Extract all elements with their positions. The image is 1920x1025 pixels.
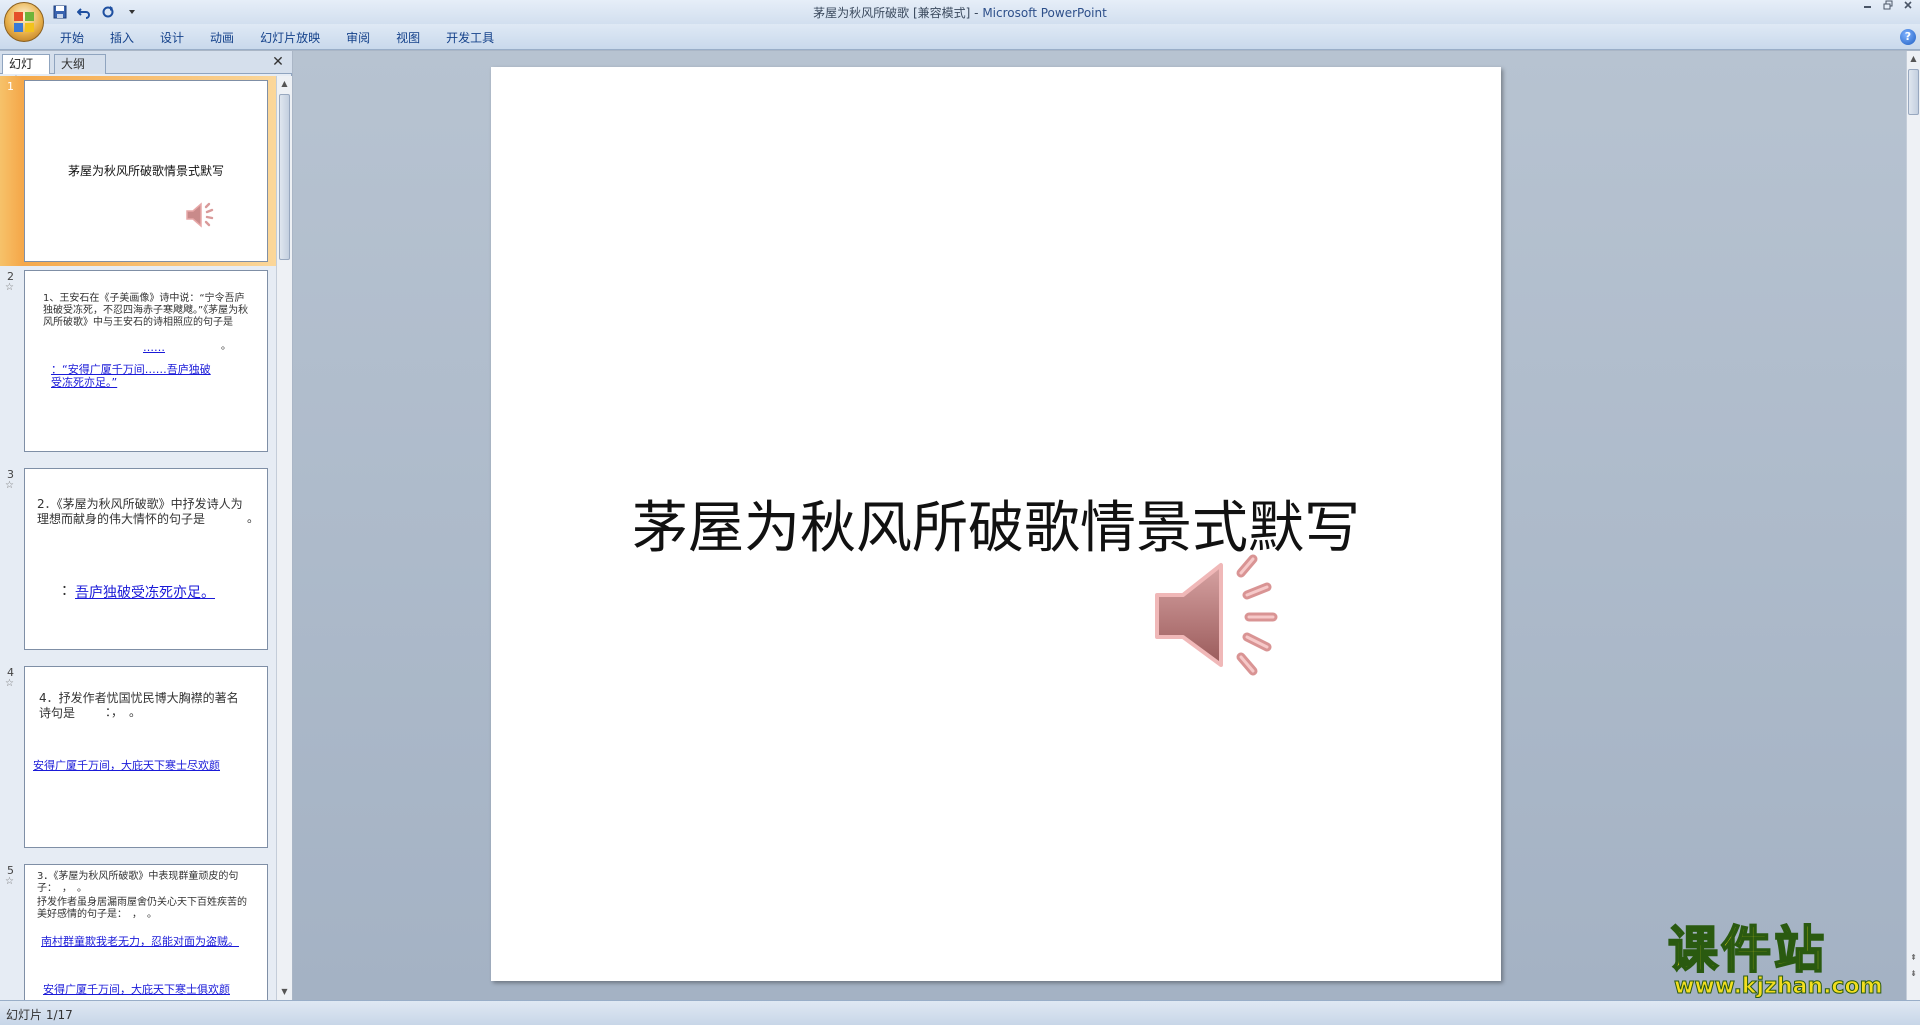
window-title: 茅屋为秋风所破歌 [兼容模式] - Microsoft PowerPoint xyxy=(0,4,1920,21)
scrollbar-thumb[interactable] xyxy=(279,94,290,260)
slide-scrollbar[interactable]: ▲ ⇞ ⇟ xyxy=(1906,51,1920,1000)
speaker-icon[interactable] xyxy=(1149,551,1289,683)
animation-star-icon: ☆ xyxy=(5,876,14,887)
watermark-text: 课件站 xyxy=(1667,921,1827,979)
thumbnail-preview[interactable]: 3．《茅屋为秋风所破歌》中表现群童顽皮的句子： ， 。 抒发作者虽身居漏雨屋舍仍… xyxy=(24,864,268,1000)
tab-review[interactable]: 审阅 xyxy=(334,29,382,47)
document-title: 茅屋为秋风所破歌 [兼容模式] xyxy=(813,6,971,20)
tab-developer[interactable]: 开发工具 xyxy=(434,29,506,47)
scroll-up-icon[interactable]: ▲ xyxy=(1907,51,1920,67)
office-logo-icon xyxy=(14,12,34,32)
thumb-question-1: 3．《茅屋为秋风所破歌》中表现群童顽皮的句子： ， 。 xyxy=(37,871,239,894)
slides-pane: 幻灯片 大纲 ✕ 1 茅屋为秋风所破歌情景式默写 2 ☆ 1、王安石在《子美画像… xyxy=(0,51,292,1000)
pane-tabs: 幻灯片 大纲 ✕ xyxy=(0,51,292,89)
slide-title[interactable]: 茅屋为秋风所破歌情景式默写 xyxy=(491,483,1501,564)
thumbnail-preview[interactable]: 1、王安石在《子美画像》诗中说：“宁令吾庐独破受冻死，不忍四海赤子寒飕飕。”《茅… xyxy=(24,270,268,452)
tab-view[interactable]: 视图 xyxy=(384,29,432,47)
title-bar: 茅屋为秋风所破歌 [兼容模式] - Microsoft PowerPoint xyxy=(0,0,1920,24)
thumb-answer: ：“安得广厦千万间……吾庐独破受冻死亦足。” xyxy=(51,363,211,389)
thumb-answer: 吾庐独破受冻死亦足。 xyxy=(75,585,215,601)
slide-thumbnail-list: 1 茅屋为秋风所破歌情景式默写 2 ☆ 1、王安石在《子美画像》诗中说：“宁令吾… xyxy=(0,76,276,1000)
slide-number: 1 xyxy=(7,80,14,93)
tab-home[interactable]: 开始 xyxy=(48,29,96,47)
thumb-colon: ： xyxy=(61,583,75,599)
application-name: Microsoft PowerPoint xyxy=(982,6,1107,20)
watermark-logo: 课件站 www.kjzhan.com xyxy=(1667,921,1898,1002)
slide-canvas[interactable]: 茅屋为秋风所破歌情景式默写 xyxy=(491,67,1501,981)
title-separator: - xyxy=(970,6,983,20)
animation-star-icon: ☆ xyxy=(5,678,14,689)
tab-slide-show[interactable]: 幻灯片放映 xyxy=(248,29,332,47)
scroll-down-icon[interactable]: ▼ xyxy=(277,984,292,1000)
thumb-question-2: 抒发作者虽身居漏雨屋舍仍关心天下百姓疾苦的美好感情的句子是： ， 。 xyxy=(37,897,247,920)
window-controls xyxy=(1858,0,1918,16)
tab-insert[interactable]: 插入 xyxy=(98,29,146,47)
watermark-url: www.kjzhan.com xyxy=(1674,974,1884,1000)
thumb-period: 。 xyxy=(221,341,231,352)
tab-outline[interactable]: 大纲 xyxy=(54,54,106,74)
thumbnail-preview[interactable]: 茅屋为秋风所破歌情景式默写 xyxy=(24,80,268,262)
close-icon[interactable]: ✕ xyxy=(270,54,286,70)
previous-slide-icon[interactable]: ⇞ xyxy=(1907,950,1920,966)
thumb-title: 茅屋为秋风所破歌情景式默写 xyxy=(67,164,224,178)
tab-animations[interactable]: 动画 xyxy=(198,29,246,47)
slide-thumbnail-1[interactable]: 1 茅屋为秋风所破歌情景式默写 xyxy=(0,76,276,266)
thumb-question: 1、王安石在《子美画像》诗中说：“宁令吾庐独破受冻死，不忍四海赤子寒飕飕。”《茅… xyxy=(43,293,249,328)
scrollbar-thumb[interactable] xyxy=(1908,69,1919,115)
thumb-question: 4．抒发作者忧国忧民博大胸襟的著名诗句是 xyxy=(39,691,239,720)
thumb-marks: ：， 。 xyxy=(105,705,142,719)
tab-slides[interactable]: 幻灯片 xyxy=(2,54,50,89)
slide-counter: 幻灯片 1/17 xyxy=(6,1008,73,1022)
help-icon[interactable]: ? xyxy=(1900,29,1916,45)
slide-thumbnail-3[interactable]: 3 ☆ 2．《茅屋为秋风所破歌》中抒发诗人为理想而献身的伟大情怀的句子是 。 ：… xyxy=(0,464,276,654)
thumb-answer-2: 安得广厦千万间，大庇天下寒士俱欢颜 xyxy=(43,983,230,996)
thumb-answer-1: 南村群童欺我老无力，忍能对面为盗贼。 xyxy=(41,935,239,948)
animation-star-icon: ☆ xyxy=(5,282,14,293)
slide-thumbnail-4[interactable]: 4 ☆ 4．抒发作者忧国忧民博大胸襟的著名诗句是 ：， 。 安得广厦千万间，大庇… xyxy=(0,662,276,852)
slide-thumbnail-5[interactable]: 5 ☆ 3．《茅屋为秋风所破歌》中表现群童顽皮的句子： ， 。 抒发作者虽身居漏… xyxy=(0,860,276,1000)
close-window-icon[interactable] xyxy=(1898,0,1918,16)
ribbon-tabs: 开始 插入 设计 动画 幻灯片放映 审阅 视图 开发工具 xyxy=(48,29,508,47)
restore-icon[interactable] xyxy=(1878,0,1898,16)
next-slide-icon[interactable]: ⇟ xyxy=(1907,966,1920,982)
thumb-blank: …… xyxy=(143,341,165,354)
slide-editing-area: 茅屋为秋风所破歌情景式默写 xyxy=(293,51,1906,1000)
thumb-answer: 安得广厦千万间，大庇天下寒士尽欢颜 xyxy=(33,759,220,772)
thumbnail-preview[interactable]: 2．《茅屋为秋风所破歌》中抒发诗人为理想而献身的伟大情怀的句子是 。 ： 吾庐独… xyxy=(24,468,268,650)
ribbon: 开始 插入 设计 动画 幻灯片放映 审阅 视图 开发工具 ? xyxy=(0,24,1920,50)
office-button[interactable] xyxy=(4,2,44,42)
speaker-icon xyxy=(186,202,214,228)
minimize-icon[interactable] xyxy=(1858,0,1878,16)
thumb-period: 。 xyxy=(247,511,260,525)
thumbnail-scrollbar[interactable]: ▲ ▼ xyxy=(276,76,292,1000)
thumbnail-preview[interactable]: 4．抒发作者忧国忧民博大胸襟的著名诗句是 ：， 。 安得广厦千万间，大庇天下寒士… xyxy=(24,666,268,848)
animation-star-icon: ☆ xyxy=(5,480,14,491)
scroll-up-icon[interactable]: ▲ xyxy=(277,76,292,92)
thumb-question: 2．《茅屋为秋风所破歌》中抒发诗人为理想而献身的伟大情怀的句子是 xyxy=(37,497,243,526)
slide-thumbnail-2[interactable]: 2 ☆ 1、王安石在《子美画像》诗中说：“宁令吾庐独破受冻死，不忍四海赤子寒飕飕… xyxy=(0,266,276,456)
status-bar: 幻灯片 1/17 xyxy=(0,1000,1920,1025)
tab-design[interactable]: 设计 xyxy=(148,29,196,47)
